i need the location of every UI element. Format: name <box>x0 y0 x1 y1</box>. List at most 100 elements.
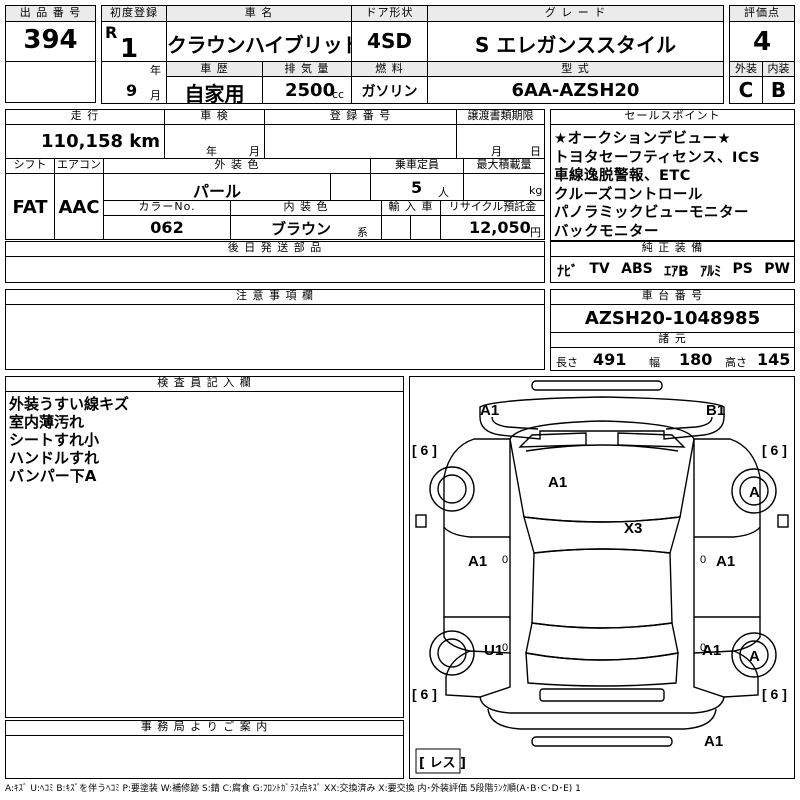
ac-label: エアコン <box>54 158 104 174</box>
rear-bumper-bar <box>531 736 673 747</box>
year-unit: 年 <box>150 64 161 77</box>
displacement-cell: 2500 cc <box>262 76 352 104</box>
ac-cell: AAC <box>54 173 104 240</box>
transfer-month-unit: 月 <box>491 145 502 158</box>
right-front-door <box>693 527 761 618</box>
capacity-label: 乗車定員 <box>370 158 464 174</box>
car-diagram-frame: A1 B1 A1 X3 A1 A1 U1 A1 A1 A A [ 6 ] [ 6… <box>409 376 795 779</box>
color-no-label: カラーNo. <box>103 200 231 216</box>
recycle-cell: 12,050 円 <box>440 215 545 240</box>
reg-no-label: 登 録 番 号 <box>264 109 457 125</box>
transfer-label: 譲渡書類期限 <box>456 109 545 125</box>
recycle: 12,050 <box>469 218 531 237</box>
import-label: 輸 入 車 <box>381 200 441 216</box>
score-cell: 4 <box>729 21 795 62</box>
right-mirror <box>777 514 789 528</box>
mark-hood: A1 <box>548 474 567 491</box>
rear-plate <box>539 688 665 702</box>
ac: AAC <box>58 197 100 218</box>
score: 4 <box>752 27 772 57</box>
recycle-unit: 円 <box>530 226 541 239</box>
color-no-cell: 062 <box>103 215 231 240</box>
equipment-item: ABS <box>621 261 653 277</box>
displacement-label: 排 気 量 <box>262 61 352 77</box>
capacity-unit: 人 <box>438 186 449 199</box>
model: 6AA-AZSH20 <box>511 80 640 101</box>
sales-point-item: トヨタセーフティセンス、ICS <box>554 149 761 166</box>
legend: A:ｷｽﾞ U:ﾍｺﾐ B:ｷｽﾞを伴うﾍｺﾐ P:要塗装 W:補修跡 S:錆 … <box>5 784 581 794</box>
left-front-fender <box>443 438 511 538</box>
mark-right-front-door: A1 <box>716 553 735 570</box>
exterior-grade: C <box>738 78 754 102</box>
mark-wheel-rear-right: A <box>749 648 760 665</box>
equipment-list: ﾅﾋﾞ TV ABS ｴｱB ｱﾙﾐ PS PW <box>557 261 790 281</box>
left-mirror <box>415 514 427 528</box>
length-label: 長さ <box>556 356 578 369</box>
sales-points-label: セールスポイント <box>550 109 795 125</box>
height: 145 <box>757 350 791 369</box>
reg-no-cell <box>264 124 457 159</box>
later-parts-cell <box>5 256 545 283</box>
sales-point-item: クルーズコントロール <box>554 186 703 203</box>
front-bumper-bar <box>531 380 663 391</box>
model-cell: 6AA-AZSH20 <box>427 76 724 104</box>
door-cell: 4SD <box>351 21 428 62</box>
wheel-front-left-inner <box>437 474 467 504</box>
mark-left-front-door: A1 <box>468 553 487 570</box>
rear-bumper-lower <box>487 708 717 730</box>
era-year: 1 <box>120 34 139 64</box>
int-color-label: 内 装 色 <box>230 200 382 216</box>
zero-mark: 0 <box>502 642 508 654</box>
grade-cell: S エレガンススタイル <box>427 21 724 62</box>
inspector-note: 外装うすい線キズ <box>9 395 130 413</box>
mark-front-right: B1 <box>706 402 725 419</box>
history-label: 車 歴 <box>166 61 263 77</box>
door-type: 4SD <box>367 29 412 53</box>
right-headlight <box>617 432 686 448</box>
tire-front-left: [ 6 ] <box>412 442 437 458</box>
wheel-front-left <box>429 466 475 512</box>
car-diagram: A1 B1 A1 X3 A1 A1 U1 A1 A1 A A [ 6 ] [ 6… <box>412 380 789 774</box>
tire-front-right: [ 6 ] <box>762 442 787 458</box>
displacement-unit: cc <box>332 88 345 101</box>
capacity-cell: 5 人 <box>370 173 464 201</box>
windshield <box>523 516 681 554</box>
maxload-label: 最大積載量 <box>463 158 545 174</box>
notes-label: 注 意 事 項 欄 <box>5 289 545 305</box>
lot-number-blank <box>5 61 96 103</box>
fuel: ガソリン <box>361 84 418 100</box>
inspector-note: ハンドルすれ <box>9 449 100 467</box>
rear-bumper <box>479 696 725 714</box>
capacity: 5 <box>411 178 423 197</box>
zero-mark: 0 <box>502 554 508 566</box>
sales-point-item: パノラミックビューモニター <box>554 205 749 221</box>
int-color-unit: 系 <box>357 226 368 239</box>
mileage-label: 走 行 <box>5 109 165 125</box>
first-reg-cell: R 1 年 9 月 <box>101 21 167 104</box>
era-letter: R <box>105 23 118 42</box>
score-label: 評価点 <box>729 5 795 22</box>
mark-rear-bumper: A1 <box>704 733 723 750</box>
history-cell: 自家用 <box>166 76 263 106</box>
maxload-cell: kg <box>463 173 545 201</box>
equipment-item: ｴｱB <box>664 264 689 280</box>
mark-left-rear: U1 <box>484 642 503 659</box>
interior-grade: B <box>770 78 787 102</box>
int-color-cell: ブラウン 系 <box>230 215 382 240</box>
inspector-label: 検 査 員 記 入 欄 <box>5 376 404 392</box>
inspection-label: 車 検 <box>164 109 265 125</box>
model-label: 型 式 <box>427 61 724 77</box>
tire-rear-left: [ 6 ] <box>412 686 437 702</box>
inspection-year-unit: 年 <box>206 145 217 158</box>
later-parts-label: 後 日 発 送 部 品 <box>5 241 545 257</box>
mark-roof: X3 <box>624 520 642 537</box>
chassis-label: 車 台 番 号 <box>550 289 795 305</box>
tire-rear-right: [ 6 ] <box>762 686 787 702</box>
chassis-number: AZSH20-1048985 <box>584 308 761 329</box>
chassis-cell: AZSH20-1048985 <box>550 304 795 333</box>
zero-mark: 0 <box>700 642 706 654</box>
grade: S エレガンススタイル <box>475 33 676 57</box>
car-name: クラウンハイブリッド <box>167 33 362 57</box>
grade-label: グ レ ー ド <box>427 5 724 22</box>
height-label: 高さ <box>725 356 747 369</box>
